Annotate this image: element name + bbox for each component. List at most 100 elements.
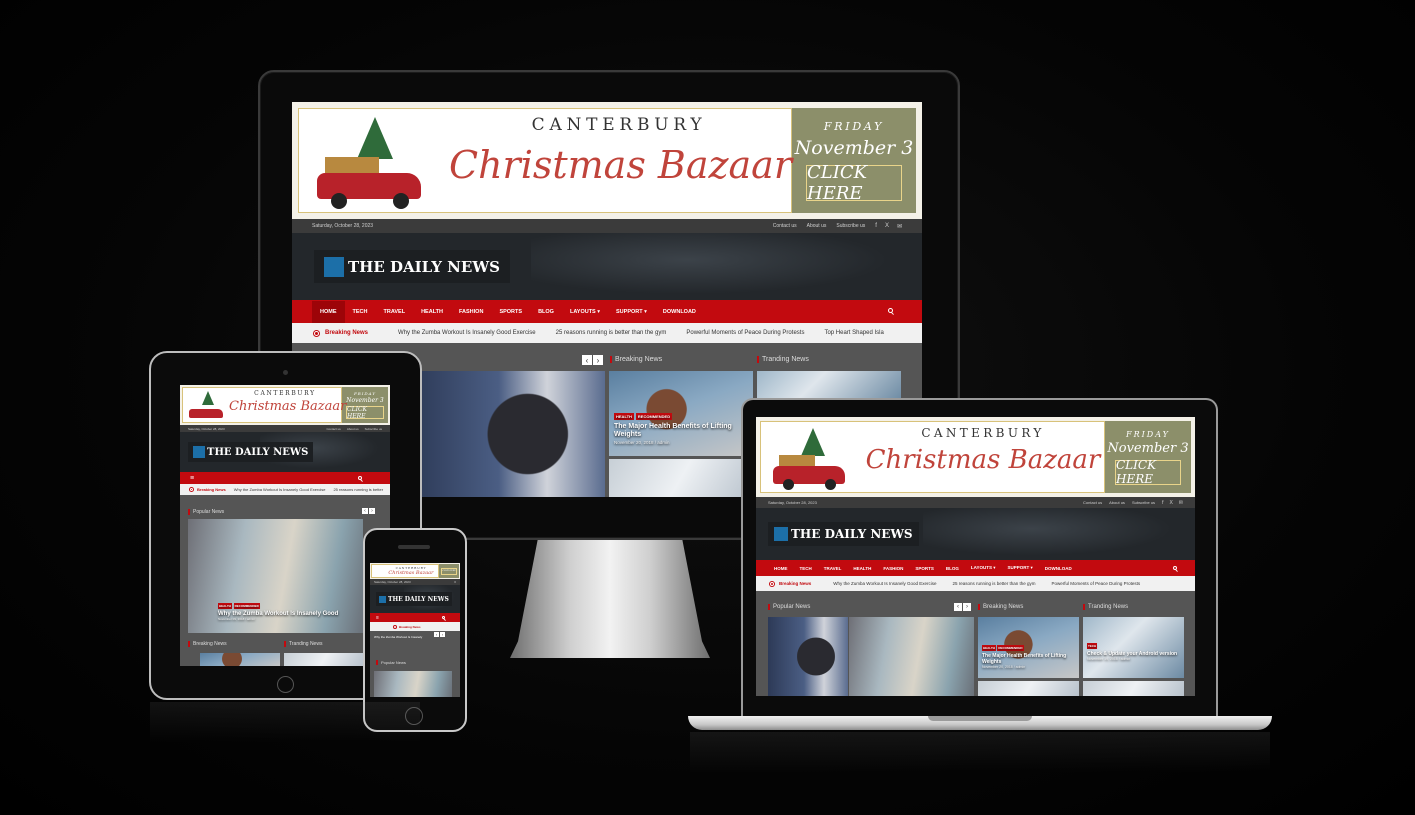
x-icon[interactable]: X [1169, 500, 1172, 506]
logo-mark-icon [379, 595, 386, 603]
imac-stand [510, 538, 710, 658]
nav-support[interactable]: SUPPORT ▾ [608, 309, 655, 315]
nav-sports[interactable]: SPORTS [491, 309, 530, 315]
ad-banner[interactable]: CANTERBURY Christmas Bazaar FRIDAY Novem… [180, 385, 390, 425]
post-thumbnail[interactable] [374, 671, 452, 697]
post-thumbnail[interactable] [200, 653, 280, 666]
menu-toggle-icon[interactable]: ≡ [454, 580, 456, 584]
category-badge[interactable]: HEALTH [614, 413, 634, 420]
ticker-item[interactable]: Why the Zumba Workout Is Insanely Good E… [398, 330, 536, 336]
ticker-item[interactable]: Why the Zumba Workout Is Insanely Good E… [234, 487, 326, 492]
post-thumbnail[interactable] [284, 653, 364, 666]
site-logo[interactable]: THE DAILY NEWS [314, 250, 510, 283]
phone-speaker [398, 545, 430, 549]
slider-prev-button[interactable]: ‹ [582, 355, 592, 365]
nav-support[interactable]: SUPPORT ▾ [1001, 565, 1038, 571]
menu-toggle-icon[interactable]: ≡ [190, 475, 194, 482]
slider-prev-button[interactable]: ‹ [434, 632, 439, 637]
slider-next-button[interactable]: › [963, 603, 971, 611]
nav-blog[interactable]: BLOG [530, 309, 562, 315]
truck-illustration [186, 391, 226, 421]
post-thumbnail[interactable] [978, 681, 1079, 696]
logo-mark-icon [324, 256, 344, 277]
facebook-icon[interactable]: f [875, 223, 877, 229]
ticker-item[interactable]: Top Heart Shaped Isla [824, 330, 883, 336]
main-nav: ≡ [180, 472, 390, 484]
zumba-post-card[interactable]: HEALTH RECOMMENDED Why the Zumba Workout… [188, 519, 363, 633]
lifting-post-card[interactable]: HEALTH RECOMMENDED The Major Health Bene… [978, 617, 1079, 678]
truck-illustration [767, 428, 855, 490]
ticker-item[interactable]: Why the Zumba Workout Is Insanely Good E… [833, 581, 936, 586]
subscribe-link[interactable]: Subscribe us [836, 223, 865, 229]
category-badge[interactable]: RECOMMENDED [635, 413, 673, 420]
nav-fashion[interactable]: FASHION [451, 309, 491, 315]
nav-layouts[interactable]: LAYOUTS ▾ [965, 565, 1002, 571]
search-icon[interactable] [358, 476, 362, 480]
site-logo[interactable]: THE DAILY NEWS [768, 522, 919, 546]
mail-icon[interactable]: ✉ [897, 223, 902, 230]
contact-link[interactable]: Contact us [773, 223, 797, 229]
nav-travel[interactable]: TRAVEL [818, 566, 848, 571]
nav-sports[interactable]: SPORTS [909, 566, 940, 571]
slider-prev-button[interactable]: ‹ [954, 603, 962, 611]
ticker-item[interactable]: Powerful Moments of Peace During Protest… [686, 330, 804, 336]
nav-tech[interactable]: TECH [345, 309, 376, 315]
search-icon[interactable] [1173, 566, 1177, 570]
laptop-screen: CANTERBURY Christmas Bazaar FRIDAY Novem… [756, 417, 1195, 696]
ad-banner[interactable]: CANTERBURY Christmas Bazaar CLICK HERE [370, 563, 460, 579]
banner-cta-button[interactable]: CLICK HERE [1115, 458, 1181, 486]
nav-layouts[interactable]: LAYOUTS ▾ [562, 309, 608, 315]
slider-next-button[interactable]: › [369, 508, 375, 514]
nav-home[interactable]: HOME [768, 566, 794, 571]
ticker-item[interactable]: 25 reasons running is better [333, 487, 383, 492]
post-thumbnail[interactable] [1083, 681, 1184, 696]
ad-banner[interactable]: CANTERBURY Christmas Bazaar FRIDAY Novem… [756, 417, 1195, 497]
search-icon[interactable] [442, 616, 445, 619]
mail-icon[interactable]: ✉ [1179, 500, 1183, 506]
zumba-photo[interactable] [849, 617, 974, 696]
banner-cta-button[interactable]: CLICK HERE [441, 567, 457, 575]
ticker-item[interactable]: 25 reasons running is better than the gy… [556, 330, 667, 336]
nav-home[interactable]: HOME [312, 300, 345, 323]
breaking-news-heading: Breaking News [610, 356, 662, 363]
nav-travel[interactable]: TRAVEL [375, 309, 413, 315]
ticker-item[interactable]: 25 reasons running is better than the gy… [952, 581, 1035, 586]
ad-banner[interactable]: CANTERBURY Christmas Bazaar FRIDAY Novem… [292, 102, 922, 219]
post-thumbnail[interactable] [609, 459, 753, 497]
tablet-home-button [277, 676, 294, 693]
nav-blog[interactable]: BLOG [940, 566, 965, 571]
nav-health[interactable]: HEALTH [847, 566, 877, 571]
post-title[interactable]: The Major Health Benefits of Lifting Wei… [614, 423, 748, 439]
dumbbell-photo[interactable] [768, 617, 848, 696]
post-title[interactable]: The Major Health Benefits of Lifting Wei… [982, 653, 1077, 665]
trending-thumbnail[interactable] [757, 371, 901, 401]
android-post-card[interactable]: TECH Check & Update your Android version… [1083, 617, 1184, 678]
banner-cta-button[interactable]: CLICK HERE [806, 162, 902, 204]
about-link[interactable]: About us [807, 223, 827, 229]
site-logo[interactable]: THE DAILY NEWS [376, 592, 452, 606]
nav-health[interactable]: HEALTH [413, 309, 451, 315]
lifting-post-card[interactable]: HEALTH RECOMMENDED The Major Health Bene… [609, 371, 753, 456]
search-icon[interactable] [888, 308, 893, 313]
live-dot-icon [314, 330, 319, 336]
slider-next-button[interactable]: › [440, 632, 445, 637]
logo-mark-icon [774, 527, 788, 541]
nav-tech[interactable]: TECH [794, 566, 818, 571]
site-header: THE DAILY NEWS [180, 432, 390, 472]
popular-news-heading: Popular News [188, 509, 224, 515]
banner-title: CANTERBURY [531, 115, 707, 135]
nav-download[interactable]: DOWNLOAD [1039, 566, 1078, 571]
ticker-item[interactable]: Powerful Moments of Peace During Protest… [1052, 581, 1141, 586]
nav-fashion[interactable]: FASHION [877, 566, 909, 571]
slider-prev-button[interactable]: ‹ [362, 508, 368, 514]
main-nav: HOME TECH TRAVEL HEALTH FASHION SPORTS B… [756, 560, 1195, 576]
main-nav: HOME TECH TRAVEL HEALTH FASHION SPORTS B… [292, 300, 922, 323]
x-icon[interactable]: X [885, 223, 889, 229]
phone-screen: CANTERBURY Christmas Bazaar CLICK HERE S… [370, 563, 460, 697]
site-logo[interactable]: THE DAILY NEWS [188, 442, 314, 462]
banner-cta-button[interactable]: CLICK HERE [346, 406, 384, 420]
facebook-icon[interactable]: f [1162, 500, 1163, 506]
slider-next-button[interactable]: › [593, 355, 603, 365]
nav-download[interactable]: DOWNLOAD [655, 309, 704, 315]
dumbbell-photo[interactable] [412, 371, 605, 497]
